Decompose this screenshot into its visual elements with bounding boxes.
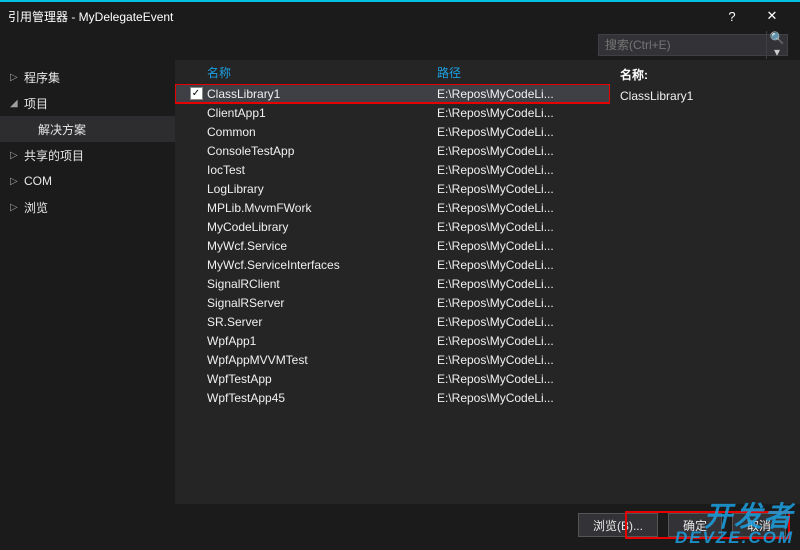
expand-icon: ▷ bbox=[10, 202, 18, 213]
window-title: 引用管理器 - MyDelegateEvent bbox=[8, 8, 712, 25]
table-row[interactable]: IocTestE:\Repos\MyCodeLi... bbox=[175, 160, 610, 179]
table-row[interactable]: WpfTestApp45E:\Repos\MyCodeLi... bbox=[175, 388, 610, 407]
row-path: E:\Repos\MyCodeLi... bbox=[437, 87, 610, 101]
center-pane: 名称 路径 ✓ClassLibrary1E:\Repos\MyCodeLi...… bbox=[175, 60, 610, 504]
table-row[interactable]: WpfApp1E:\Repos\MyCodeLi... bbox=[175, 331, 610, 350]
row-name: MyCodeLibrary bbox=[207, 220, 437, 234]
sidebar-item-label: COM bbox=[24, 174, 52, 188]
help-button[interactable]: ? bbox=[712, 9, 752, 24]
row-name: MyWcf.ServiceInterfaces bbox=[207, 258, 437, 272]
row-path: E:\Repos\MyCodeLi... bbox=[437, 258, 610, 272]
browse-button[interactable]: 浏览(B)... bbox=[578, 513, 658, 537]
search-icon[interactable]: 🔍▾ bbox=[766, 31, 787, 59]
column-headers: 名称 路径 bbox=[175, 60, 610, 84]
footer: 浏览(B)... 确定 取消 开发者 DEVZE.COM bbox=[0, 504, 800, 550]
row-name: ConsoleTestApp bbox=[207, 144, 437, 158]
table-row[interactable]: WpfTestAppE:\Repos\MyCodeLi... bbox=[175, 369, 610, 388]
cancel-button[interactable]: 取消 bbox=[732, 513, 786, 537]
sidebar-item-4[interactable]: ▷ COM bbox=[0, 168, 175, 194]
search-input[interactable] bbox=[599, 38, 766, 52]
sidebar-item-3[interactable]: ▷ 共享的项目 bbox=[0, 142, 175, 168]
sidebar-item-label: 项目 bbox=[24, 95, 48, 112]
row-path: E:\Repos\MyCodeLi... bbox=[437, 239, 610, 253]
table-row[interactable]: ConsoleTestAppE:\Repos\MyCodeLi... bbox=[175, 141, 610, 160]
sidebar-item-label: 解决方案 bbox=[38, 121, 86, 138]
table-row[interactable]: MyWcf.ServiceInterfacesE:\Repos\MyCodeLi… bbox=[175, 255, 610, 274]
table-row[interactable]: MyWcf.ServiceE:\Repos\MyCodeLi... bbox=[175, 236, 610, 255]
table-row[interactable]: CommonE:\Repos\MyCodeLi... bbox=[175, 122, 610, 141]
row-name: SR.Server bbox=[207, 315, 437, 329]
row-path: E:\Repos\MyCodeLi... bbox=[437, 163, 610, 177]
sidebar-item-1[interactable]: ◢ 项目 bbox=[0, 90, 175, 116]
row-name: WpfTestApp45 bbox=[207, 391, 437, 405]
checkbox[interactable]: ✓ bbox=[185, 87, 207, 100]
sidebar-item-2[interactable]: 解决方案 bbox=[0, 116, 175, 142]
details-value: ClassLibrary1 bbox=[620, 89, 790, 103]
expand-icon: ▷ bbox=[10, 72, 18, 83]
table-row[interactable]: ✓ClassLibrary1E:\Repos\MyCodeLi... bbox=[175, 84, 610, 103]
row-path: E:\Repos\MyCodeLi... bbox=[437, 372, 610, 386]
col-name-header[interactable]: 名称 bbox=[207, 64, 437, 81]
row-name: SignalRServer bbox=[207, 296, 437, 310]
row-path: E:\Repos\MyCodeLi... bbox=[437, 353, 610, 367]
row-path: E:\Repos\MyCodeLi... bbox=[437, 334, 610, 348]
row-name: IocTest bbox=[207, 163, 437, 177]
col-path-header[interactable]: 路径 bbox=[437, 64, 610, 81]
row-path: E:\Repos\MyCodeLi... bbox=[437, 106, 610, 120]
row-path: E:\Repos\MyCodeLi... bbox=[437, 125, 610, 139]
sidebar-item-5[interactable]: ▷ 浏览 bbox=[0, 194, 175, 220]
table-row[interactable]: WpfAppMVVMTestE:\Repos\MyCodeLi... bbox=[175, 350, 610, 369]
title-bar: 引用管理器 - MyDelegateEvent ? ✕ bbox=[0, 0, 800, 30]
row-path: E:\Repos\MyCodeLi... bbox=[437, 296, 610, 310]
row-path: E:\Repos\MyCodeLi... bbox=[437, 220, 610, 234]
table-row[interactable]: SignalRServerE:\Repos\MyCodeLi... bbox=[175, 293, 610, 312]
project-list: ✓ClassLibrary1E:\Repos\MyCodeLi...Client… bbox=[175, 84, 610, 504]
details-label: 名称: bbox=[620, 66, 790, 83]
table-row[interactable]: SignalRClientE:\Repos\MyCodeLi... bbox=[175, 274, 610, 293]
row-name: MyWcf.Service bbox=[207, 239, 437, 253]
row-name: ClientApp1 bbox=[207, 106, 437, 120]
row-name: Common bbox=[207, 125, 437, 139]
ok-button[interactable]: 确定 bbox=[668, 513, 722, 537]
details-pane: 名称: ClassLibrary1 bbox=[610, 60, 800, 504]
expand-icon: ◢ bbox=[10, 98, 18, 109]
row-path: E:\Repos\MyCodeLi... bbox=[437, 315, 610, 329]
row-name: WpfApp1 bbox=[207, 334, 437, 348]
expand-icon: ▷ bbox=[10, 176, 18, 187]
row-name: LogLibrary bbox=[207, 182, 437, 196]
row-path: E:\Repos\MyCodeLi... bbox=[437, 277, 610, 291]
table-row[interactable]: LogLibraryE:\Repos\MyCodeLi... bbox=[175, 179, 610, 198]
sidebar-item-label: 浏览 bbox=[24, 199, 48, 216]
row-path: E:\Repos\MyCodeLi... bbox=[437, 201, 610, 215]
row-name: ClassLibrary1 bbox=[207, 87, 437, 101]
row-name: MPLib.MvvmFWork bbox=[207, 201, 437, 215]
row-path: E:\Repos\MyCodeLi... bbox=[437, 391, 610, 405]
sidebar-item-label: 共享的项目 bbox=[24, 147, 84, 164]
expand-icon: ▷ bbox=[10, 150, 18, 161]
search-wrap: 🔍▾ bbox=[598, 34, 788, 56]
table-row[interactable]: MPLib.MvvmFWorkE:\Repos\MyCodeLi... bbox=[175, 198, 610, 217]
table-row[interactable]: SR.ServerE:\Repos\MyCodeLi... bbox=[175, 312, 610, 331]
body: ▷程序集◢项目解决方案▷共享的项目▷COM▷浏览 名称 路径 ✓ClassLib… bbox=[0, 60, 800, 504]
row-path: E:\Repos\MyCodeLi... bbox=[437, 182, 610, 196]
row-name: WpfTestApp bbox=[207, 372, 437, 386]
row-name: WpfAppMVVMTest bbox=[207, 353, 437, 367]
table-row[interactable]: MyCodeLibraryE:\Repos\MyCodeLi... bbox=[175, 217, 610, 236]
sidebar: ▷ 程序集 ◢ 项目解决方案 ▷ 共享的项目 ▷ COM ▷ 浏览 bbox=[0, 60, 175, 504]
search-bar: 🔍▾ bbox=[0, 30, 800, 60]
row-path: E:\Repos\MyCodeLi... bbox=[437, 144, 610, 158]
row-name: SignalRClient bbox=[207, 277, 437, 291]
table-row[interactable]: ClientApp1E:\Repos\MyCodeLi... bbox=[175, 103, 610, 122]
sidebar-item-0[interactable]: ▷ 程序集 bbox=[0, 64, 175, 90]
sidebar-item-label: 程序集 bbox=[24, 69, 60, 86]
close-button[interactable]: ✕ bbox=[752, 8, 792, 24]
